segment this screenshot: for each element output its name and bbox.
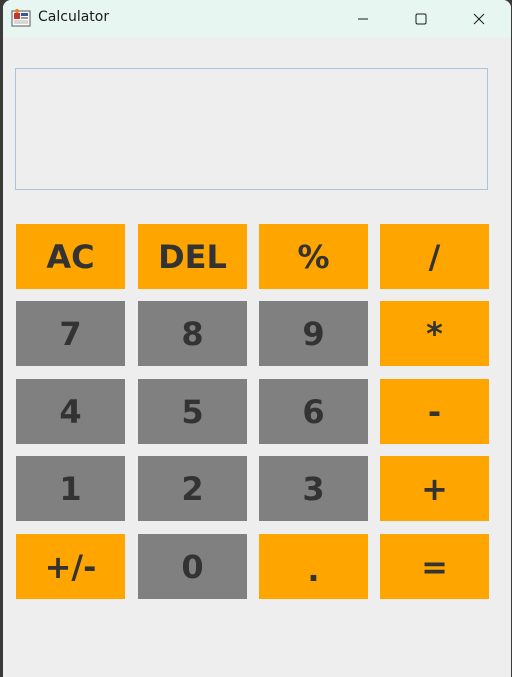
minimize-icon xyxy=(358,18,368,19)
minus-button[interactable]: - xyxy=(380,379,489,444)
digit-1-button[interactable]: 1 xyxy=(16,456,125,521)
digit-2-button[interactable]: 2 xyxy=(138,456,247,521)
percent-button[interactable]: % xyxy=(259,224,368,289)
calculator-window: Calculator AC DEL % / 7 8 9 * 4 5 6 - 1 … xyxy=(3,0,511,677)
decimal-button[interactable]: . xyxy=(259,534,368,599)
app-icon xyxy=(11,8,31,28)
digit-0-button[interactable]: 0 xyxy=(138,534,247,599)
ac-button[interactable]: AC xyxy=(16,224,125,289)
close-button[interactable] xyxy=(456,0,502,37)
multiply-button[interactable]: * xyxy=(380,301,489,366)
digit-5-button[interactable]: 5 xyxy=(138,379,247,444)
digit-6-button[interactable]: 6 xyxy=(259,379,368,444)
digit-7-button[interactable]: 7 xyxy=(16,301,125,366)
digit-9-button[interactable]: 9 xyxy=(259,301,368,366)
digit-4-button[interactable]: 4 xyxy=(16,379,125,444)
title-bar[interactable]: Calculator xyxy=(3,0,511,37)
maximize-button[interactable] xyxy=(398,0,444,37)
result-display[interactable] xyxy=(15,68,488,190)
plus-button[interactable]: + xyxy=(380,456,489,521)
digit-3-button[interactable]: 3 xyxy=(259,456,368,521)
divide-button[interactable]: / xyxy=(380,224,489,289)
equals-button[interactable]: = xyxy=(380,534,489,599)
digit-8-button[interactable]: 8 xyxy=(138,301,247,366)
minimize-button[interactable] xyxy=(340,0,386,37)
del-button[interactable]: DEL xyxy=(138,224,247,289)
close-icon xyxy=(473,13,485,24)
maximize-icon xyxy=(415,13,427,24)
negate-button[interactable]: +/- xyxy=(16,534,125,599)
window-title: Calculator xyxy=(38,9,110,25)
